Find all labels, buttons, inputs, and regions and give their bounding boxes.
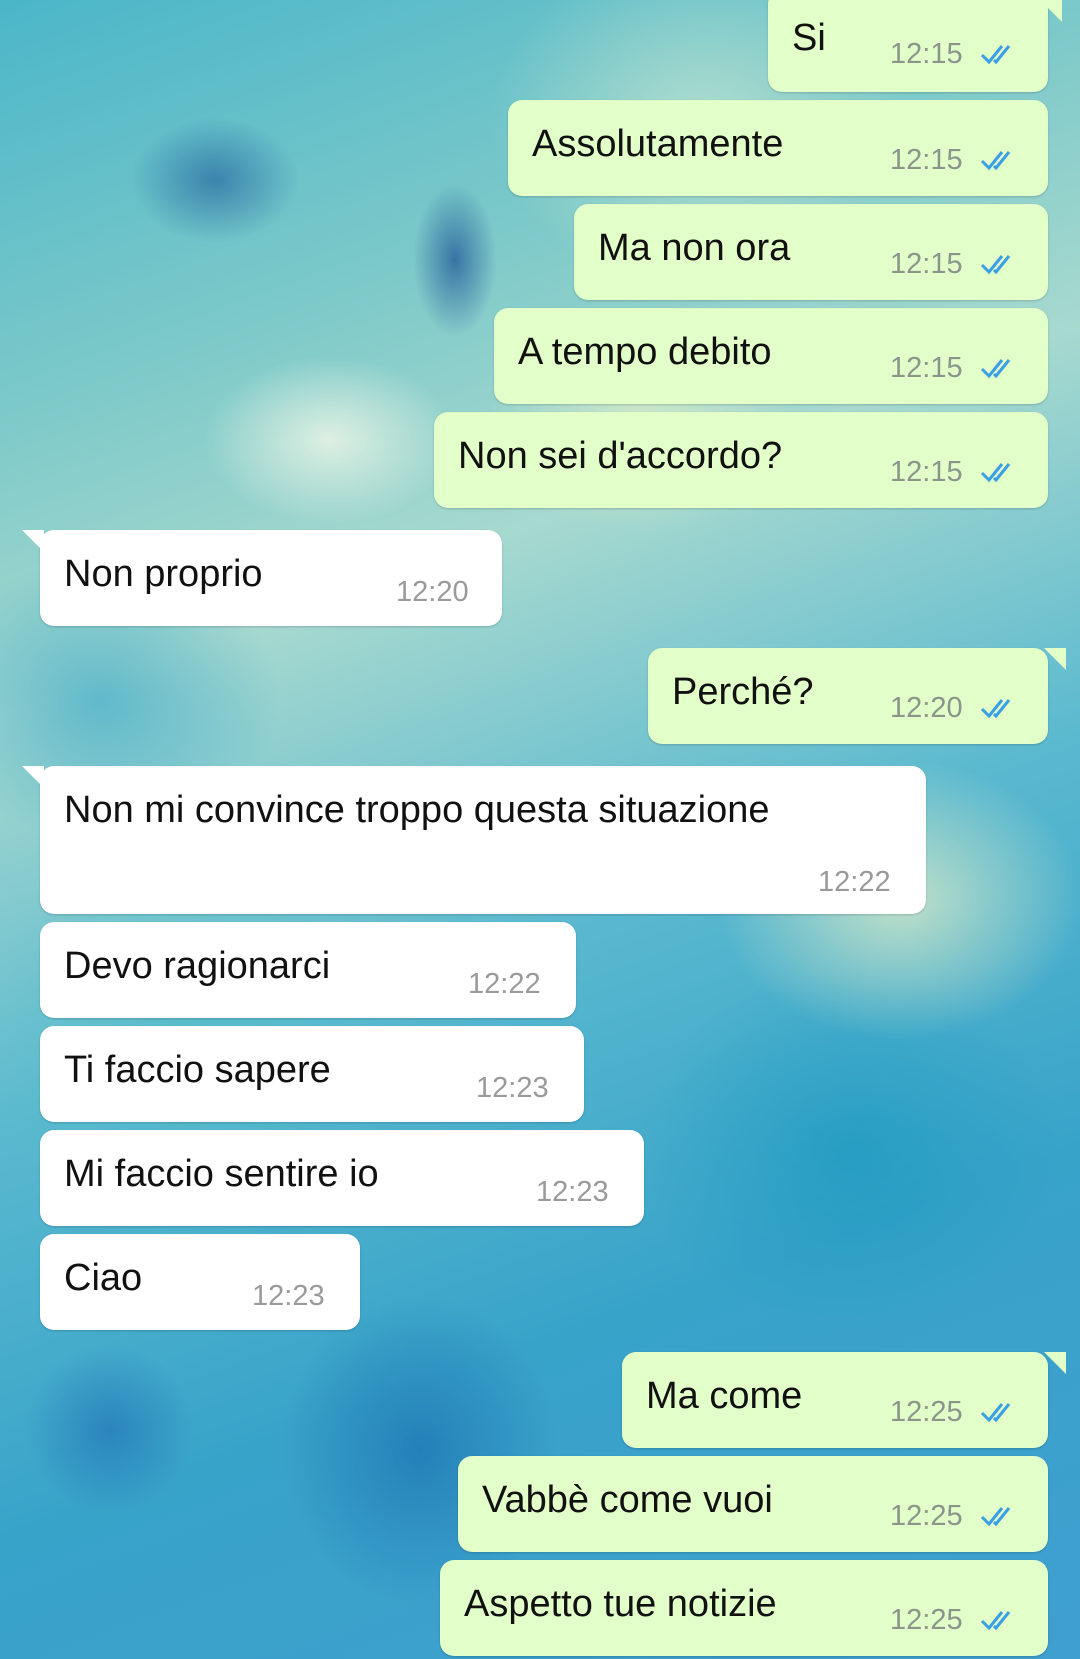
- message-text: A tempo debito: [518, 331, 772, 373]
- double-check-icon: [980, 151, 1011, 171]
- message-bubble-outgoing[interactable]: Ma non ora 12:15: [574, 204, 1048, 300]
- message-bubble-incoming[interactable]: Ti faccio sapere 12:23: [40, 1026, 584, 1122]
- double-check-icon: [980, 255, 1011, 275]
- message-bubble-incoming[interactable]: Ciao 12:23: [40, 1234, 360, 1330]
- message-text: Devo ragionarci: [64, 945, 331, 987]
- message-time: 12:23: [252, 1280, 325, 1312]
- message-time: 12:25: [890, 1500, 963, 1532]
- message-bubble-outgoing[interactable]: Assolutamente 12:15: [508, 100, 1048, 196]
- message-bubble-incoming[interactable]: Mi faccio sentire io 12:23: [40, 1130, 644, 1226]
- message-bubble-outgoing[interactable]: Perché? 12:20: [648, 648, 1066, 744]
- message-time: 12:22: [818, 866, 891, 898]
- double-check-icon: [980, 45, 1011, 65]
- message-bubble-outgoing[interactable]: Ma come 12:25: [622, 1352, 1066, 1448]
- message-text: Ma non ora: [598, 227, 791, 269]
- double-check-icon: [980, 699, 1011, 719]
- message-bubble-incoming[interactable]: Devo ragionarci 12:22: [40, 922, 576, 1018]
- message-text: Assolutamente: [532, 123, 784, 165]
- message-bubble-outgoing[interactable]: Vabbè come vuoi 12:25: [458, 1456, 1048, 1552]
- message-time: 12:15: [890, 144, 963, 176]
- message-time: 12:23: [536, 1176, 609, 1208]
- message-text: Ciao: [64, 1257, 143, 1299]
- message-bubble-incoming[interactable]: Non proprio 12:20: [22, 530, 502, 626]
- message-time: 12:20: [396, 576, 469, 608]
- message-text: Perché?: [672, 671, 814, 713]
- double-check-icon: [980, 1507, 1011, 1527]
- message-bubble-outgoing[interactable]: Aspetto tue notizie 12:25: [440, 1560, 1048, 1656]
- message-bubble-outgoing[interactable]: A tempo debito 12:15: [494, 308, 1048, 404]
- message-time: 12:15: [890, 248, 963, 280]
- message-text: Non sei d'accordo?: [458, 435, 783, 477]
- message-text: Mi faccio sentire io: [64, 1153, 379, 1195]
- message-bubble-incoming[interactable]: Non mi convince troppo questa situazione…: [22, 766, 926, 914]
- double-check-icon: [980, 1403, 1011, 1423]
- double-check-icon: [980, 1611, 1011, 1631]
- message-bubble-outgoing[interactable]: Si 12:15: [768, 0, 1062, 92]
- message-time: 12:23: [476, 1072, 549, 1104]
- double-check-icon: [980, 463, 1011, 483]
- message-time: 12:25: [890, 1604, 963, 1636]
- message-time: 12:22: [468, 968, 541, 1000]
- double-check-icon: [980, 359, 1011, 379]
- message-time: 12:15: [890, 38, 963, 70]
- message-text: Vabbè come vuoi: [482, 1479, 773, 1521]
- message-text: Non mi convince troppo questa situazione: [64, 789, 770, 831]
- message-time: 12:25: [890, 1396, 963, 1428]
- message-time: 12:15: [890, 352, 963, 384]
- message-time: 12:20: [890, 692, 963, 724]
- message-text: Aspetto tue notizie: [464, 1583, 777, 1625]
- message-text: Non proprio: [64, 553, 263, 595]
- message-text: Ma come: [646, 1375, 803, 1417]
- message-text: Si: [792, 17, 826, 59]
- message-bubble-outgoing[interactable]: Non sei d'accordo? 12:15: [434, 412, 1048, 508]
- message-time: 12:15: [890, 456, 963, 488]
- message-text: Ti faccio sapere: [64, 1049, 331, 1091]
